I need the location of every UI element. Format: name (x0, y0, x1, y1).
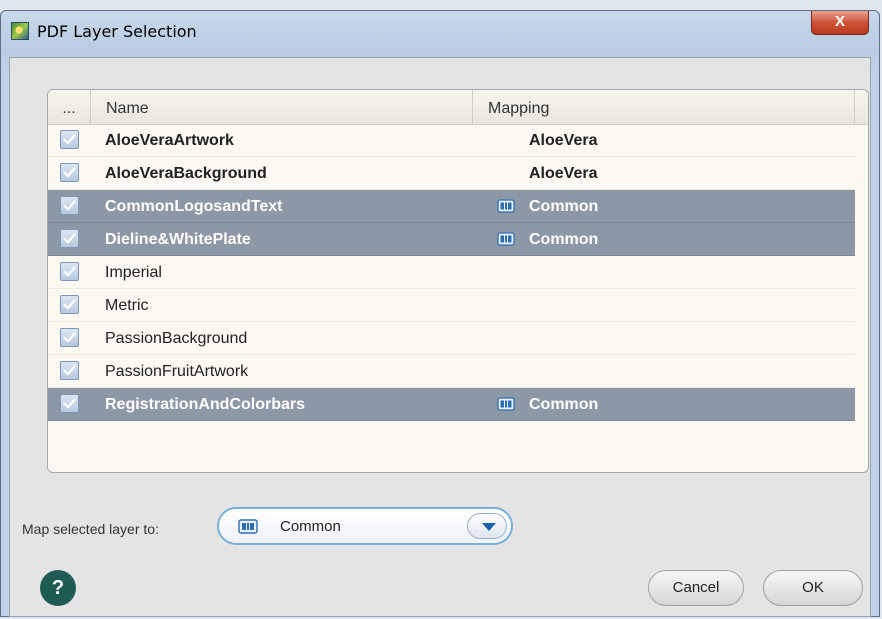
layer-checkbox[interactable] (60, 196, 79, 215)
table-row[interactable]: Dieline&WhitePlate Common (48, 223, 855, 256)
layer-checkbox[interactable] (60, 229, 79, 248)
column-header-mapping[interactable]: Mapping (488, 90, 549, 124)
layer-checkbox[interactable] (60, 361, 79, 380)
layer-icon (497, 232, 515, 246)
layer-checkbox[interactable] (60, 328, 79, 347)
table-row[interactable]: RegistrationAndColorbars Common (48, 388, 855, 421)
layer-mapping: AloeVera (529, 132, 598, 149)
checkmark-icon (63, 365, 76, 376)
column-header-name[interactable]: Name (106, 90, 149, 124)
chevron-down-icon[interactable] (467, 513, 507, 539)
table-header: ... Name Mapping (48, 90, 868, 125)
table-row[interactable]: PassionBackground (48, 322, 855, 355)
layer-mapping: Common (529, 231, 599, 248)
layer-name: Dieline&WhitePlate (105, 231, 251, 248)
checkmark-icon (63, 299, 76, 310)
table-row[interactable]: PassionFruitArtwork (48, 355, 855, 388)
layer-checkbox[interactable] (60, 394, 79, 413)
table-body: AloeVeraArtwork AloeVera AloeVeraBackgroun… (48, 124, 855, 421)
checkmark-icon (63, 167, 76, 178)
layer-checkbox[interactable] (60, 295, 79, 314)
layer-checkbox[interactable] (60, 262, 79, 281)
layer-name: Imperial (105, 264, 162, 281)
map-selected-label: Map selected layer to: (22, 521, 159, 537)
checkmark-icon (63, 134, 76, 145)
checkmark-icon (63, 332, 76, 343)
layer-checkbox[interactable] (60, 163, 79, 182)
dialog-content: ... Name Mapping AloeVeraArtwork AloeVera… (9, 57, 871, 617)
layer-icon (238, 519, 258, 534)
layer-name: RegistrationAndColorbars (105, 396, 306, 413)
dropdown-value: Common (280, 518, 341, 535)
layer-name: CommonLogosandText (105, 198, 283, 215)
layer-mapping: Common (529, 198, 599, 215)
table-row[interactable]: AloeVeraArtwork AloeVera (48, 124, 855, 157)
layer-name: AloeVeraBackground (105, 165, 267, 182)
title-bar[interactable]: PDF Layer Selection X (1, 11, 879, 55)
help-button[interactable]: ? (40, 570, 76, 606)
column-divider[interactable] (854, 90, 855, 124)
checkmark-icon (63, 398, 76, 409)
layer-icon (497, 199, 515, 213)
layer-mapping: AloeVera (529, 165, 598, 182)
app-icon (11, 22, 29, 40)
column-divider[interactable] (472, 90, 473, 124)
ok-button[interactable]: OK (763, 570, 863, 606)
layer-checkbox[interactable] (60, 130, 79, 149)
layer-table: ... Name Mapping AloeVeraArtwork AloeVera… (47, 89, 869, 473)
layer-mapping: Common (529, 396, 599, 413)
layer-name: PassionFruitArtwork (105, 363, 249, 380)
close-button[interactable]: X (811, 11, 869, 35)
table-row[interactable]: AloeVeraBackground AloeVera (48, 157, 855, 190)
checkmark-icon (63, 266, 76, 277)
column-header-select[interactable]: ... (48, 90, 91, 124)
layer-name: Metric (105, 297, 149, 314)
table-row[interactable]: Imperial (48, 256, 855, 289)
checkmark-icon (63, 233, 76, 244)
table-row[interactable]: Metric (48, 289, 855, 322)
checkmark-icon (63, 200, 76, 211)
layer-icon (497, 397, 515, 411)
table-row[interactable]: CommonLogosandText Common (48, 190, 855, 223)
layer-name: AloeVeraArtwork (105, 132, 234, 149)
layer-name: PassionBackground (105, 330, 248, 347)
cancel-button[interactable]: Cancel (648, 570, 744, 606)
window-title: PDF Layer Selection (37, 22, 197, 41)
dialog-window: PDF Layer Selection X ... Name Mapping A… (0, 10, 880, 617)
map-layer-dropdown[interactable]: Common (217, 507, 513, 545)
